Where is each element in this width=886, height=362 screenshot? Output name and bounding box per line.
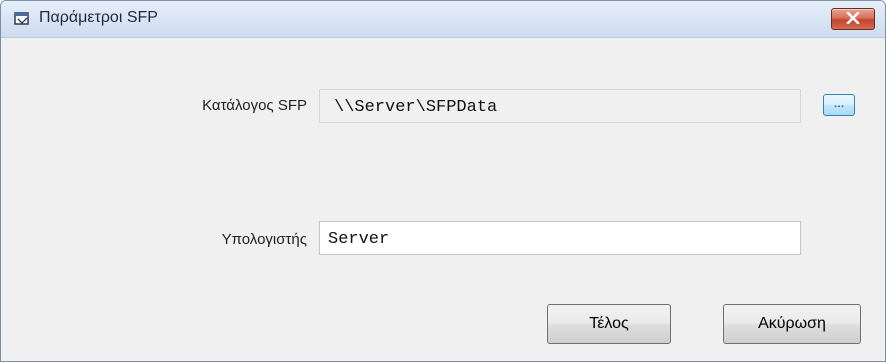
window-title: Παράμετροι SFP [39, 9, 158, 26]
ok-button[interactable]: Τέλος [547, 304, 671, 344]
directory-field[interactable]: \\Server\SFPData [319, 89, 801, 123]
app-window-icon [13, 10, 31, 28]
sfp-parameters-dialog: Παράμετροι SFP Κατάλογος SFP \\Server\SF… [0, 0, 886, 362]
browse-button[interactable]: ... [823, 94, 855, 116]
close-icon [846, 12, 860, 24]
close-button[interactable] [831, 8, 875, 30]
cancel-button[interactable]: Ακύρωση [723, 304, 861, 344]
dialog-body: Κατάλογος SFP \\Server\SFPData ... Υπολο… [1, 38, 885, 361]
title-bar[interactable]: Παράμετροι SFP [1, 1, 885, 38]
computer-input[interactable]: Server [319, 221, 801, 255]
directory-label: Κατάλογος SFP [202, 97, 307, 114]
computer-label: Υπολογιστής [221, 231, 307, 248]
